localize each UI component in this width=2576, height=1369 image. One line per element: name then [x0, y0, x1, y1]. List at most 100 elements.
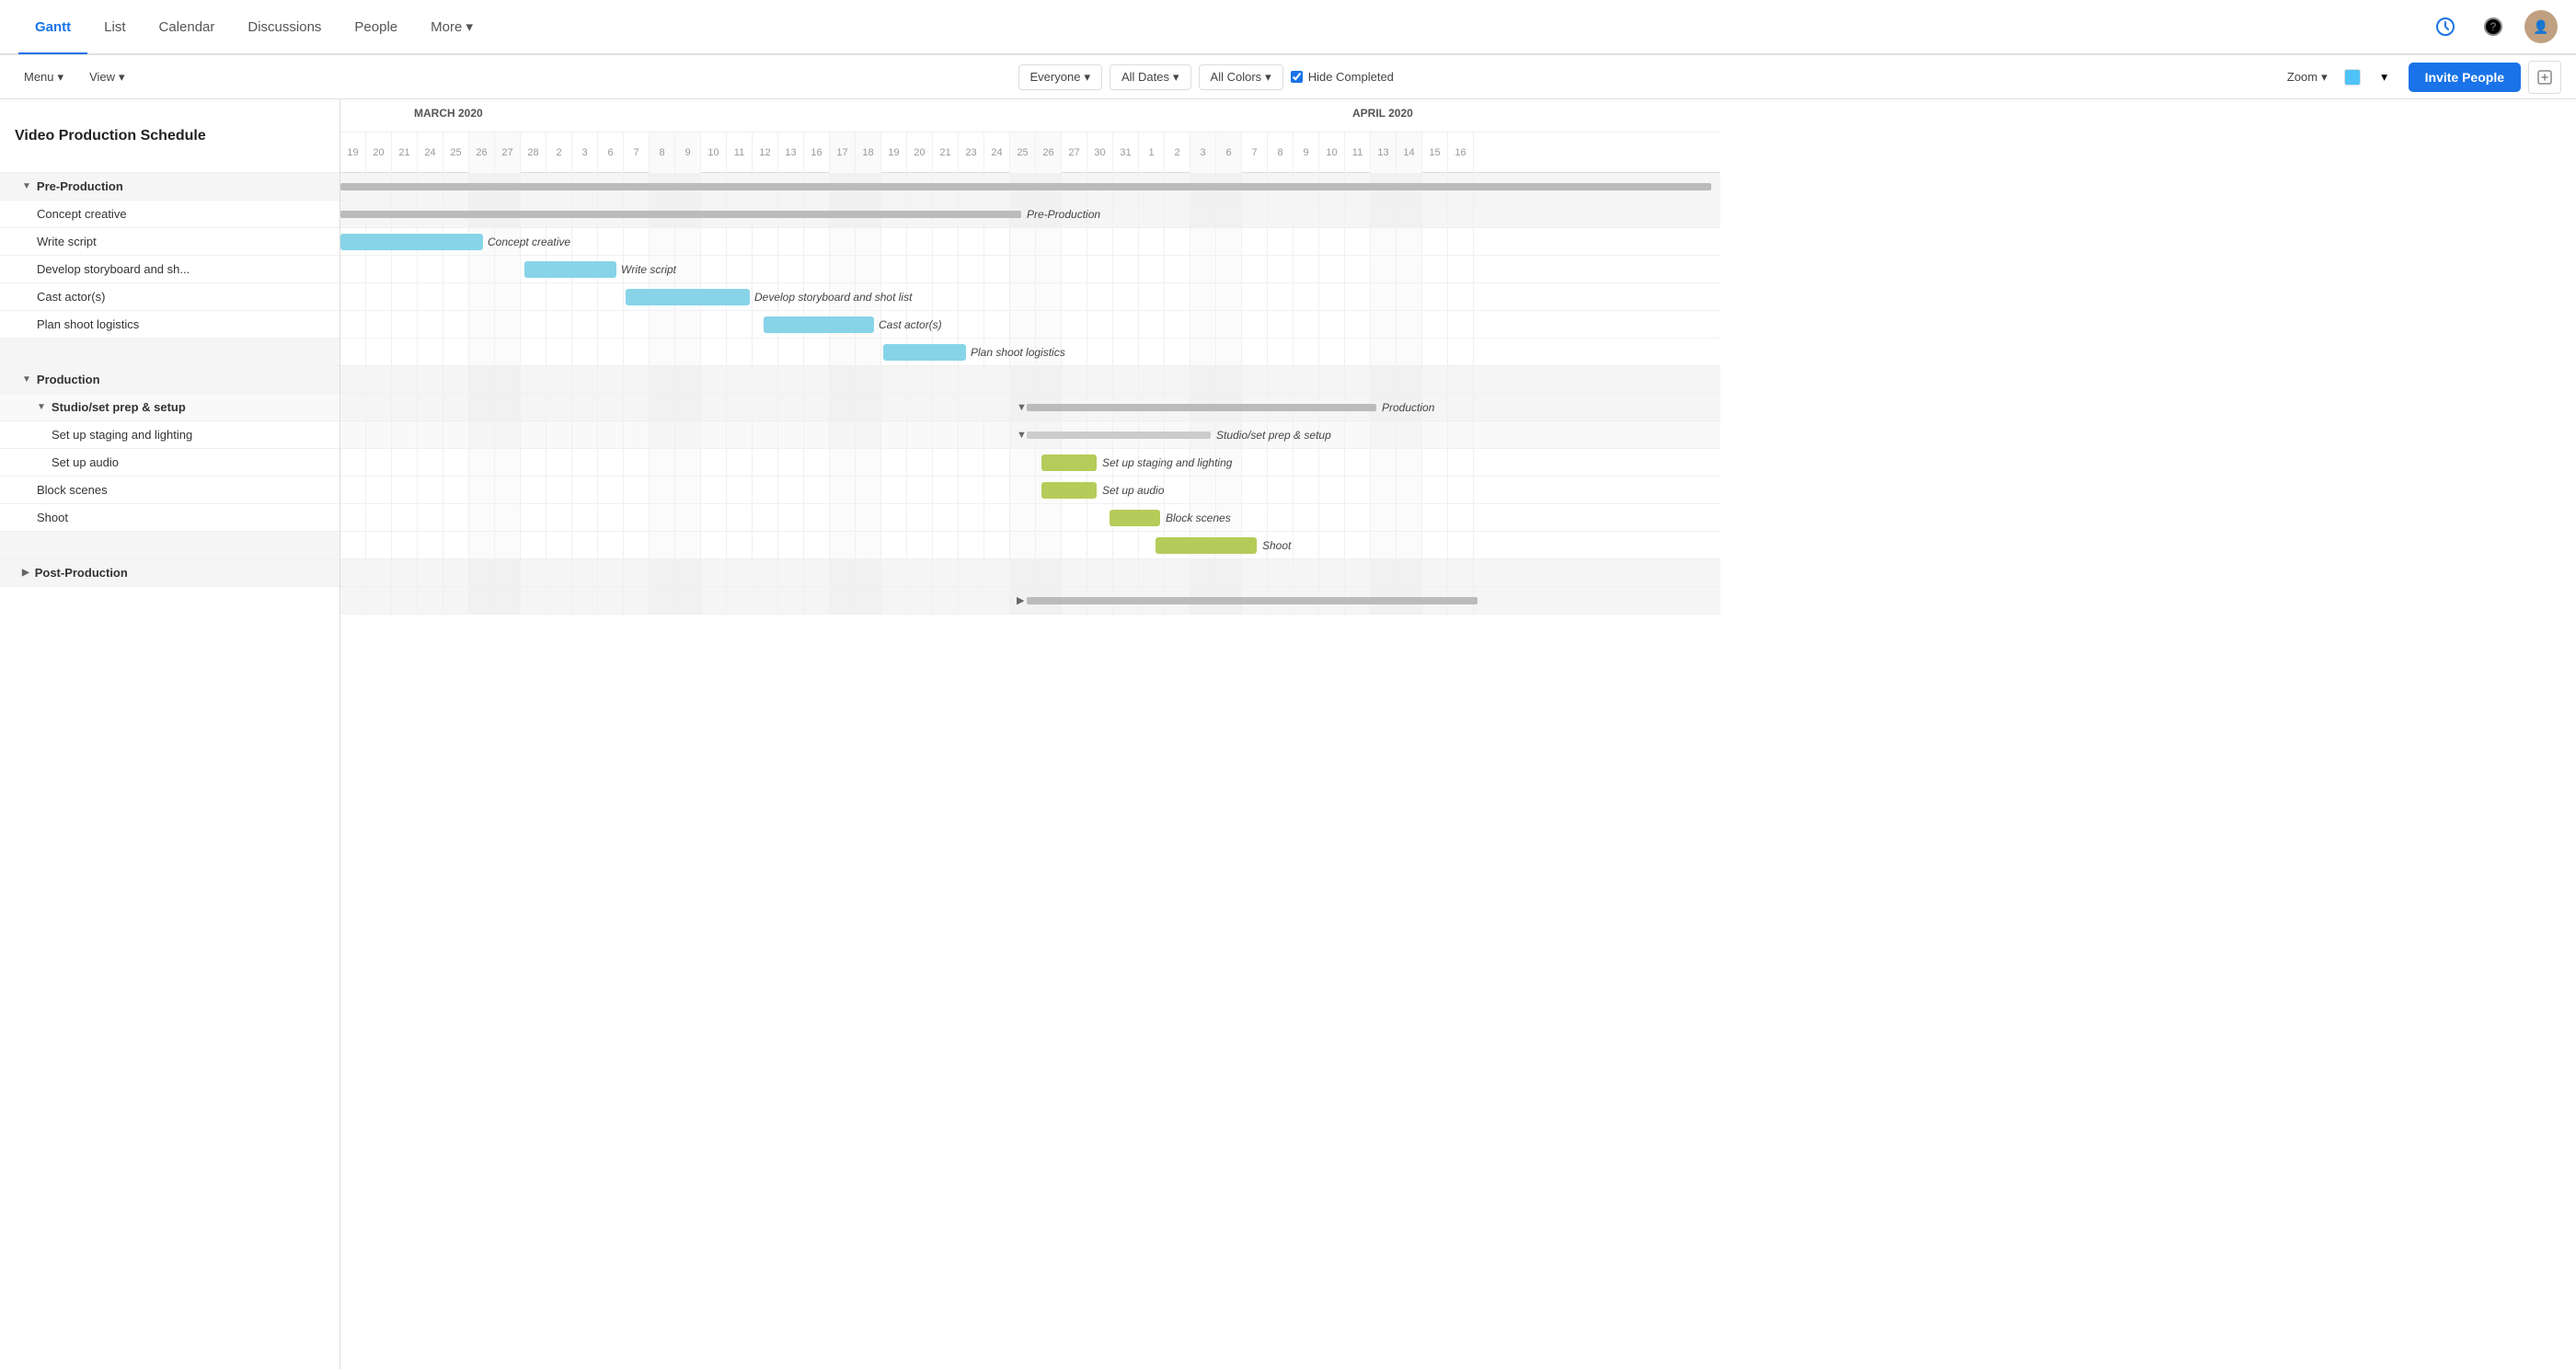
studio-arrow: ▼ [1017, 430, 1027, 441]
menu-label: Menu [24, 70, 54, 84]
colors-chevron-icon: ▾ [1265, 70, 1271, 85]
date-header: MARCH 2020 APRIL 2020 192021242526272823… [340, 99, 1720, 173]
bar-label-block: Block scenes [1166, 512, 1231, 524]
project-title: Video Production Schedule [0, 99, 339, 173]
view-label: View [89, 70, 115, 84]
left-panel: Video Production Schedule ▼ Pre-Producti… [0, 99, 340, 1369]
bar-label-cast: Cast actor(s) [879, 318, 942, 331]
bar-shoot[interactable] [1156, 537, 1257, 554]
task-row[interactable]: Write script [0, 228, 339, 256]
bar-label-plan: Plan shoot logistics [971, 346, 1065, 359]
export-button[interactable] [2528, 61, 2561, 94]
collapse-icon: ▼ [22, 181, 31, 191]
zoom-chevron-icon: ▾ [2321, 70, 2328, 85]
day-row: 1920212425262728236789101112131617181920… [340, 132, 1720, 173]
bar-develop-storyboard[interactable] [626, 289, 750, 305]
view-button[interactable]: View ▾ [80, 66, 133, 88]
month-row: MARCH 2020 APRIL 2020 [340, 99, 1720, 132]
gantt-row-develop-storyboard: Develop storyboard and shot list [340, 283, 1720, 311]
everyone-chevron-icon: ▾ [1084, 70, 1090, 85]
task-row[interactable]: ▶ Post-Production [0, 559, 339, 587]
bar-label-audio: Set up audio [1102, 484, 1164, 497]
nav-more[interactable]: More ▾ [414, 0, 489, 54]
bar-production-summary [1027, 404, 1376, 411]
hide-completed-toggle[interactable]: Hide Completed [1291, 70, 1394, 84]
month-april: APRIL 2020 [1352, 107, 1413, 120]
all-colors-label: All Colors [1211, 70, 1262, 84]
bar-label-production: Production [1382, 401, 1434, 414]
bar-write-script[interactable] [524, 261, 616, 278]
gantt-row-block-scenes: Block scenes [340, 504, 1720, 532]
help-icon-btn[interactable]: ? [2477, 10, 2510, 43]
chart-panel[interactable]: MARCH 2020 APRIL 2020 192021242526272823… [340, 99, 2576, 1369]
task-row[interactable]: Block scenes [0, 477, 339, 504]
gantt-row-shoot: Shoot [340, 532, 1720, 559]
svg-text:?: ? [2490, 20, 2497, 33]
task-label: Concept creative [37, 207, 127, 221]
bar-studio-summary [1027, 431, 1211, 439]
collapse-icon: ▼ [37, 402, 46, 412]
swatch-chevron[interactable]: ▾ [2368, 61, 2401, 94]
nav-people[interactable]: People [338, 0, 414, 54]
bar-audio[interactable] [1041, 482, 1097, 499]
bar-block-scenes[interactable] [1110, 510, 1160, 526]
export-icon [2536, 69, 2553, 86]
all-colors-filter[interactable]: All Colors ▾ [1199, 64, 1283, 90]
task-row[interactable]: Plan shoot logistics [0, 311, 339, 339]
blank-row [0, 532, 339, 559]
gantt-blank-row-2 [340, 559, 1720, 587]
task-label: Develop storyboard and sh... [37, 262, 190, 276]
task-row[interactable]: ▼ Production [0, 366, 339, 394]
top-nav: Gantt List Calendar Discussions People M… [0, 0, 2576, 55]
blank-row [0, 339, 339, 366]
gantt-wrapper: Video Production Schedule ▼ Pre-Producti… [0, 99, 2576, 1369]
task-label: Cast actor(s) [37, 290, 105, 304]
month-march: MARCH 2020 [414, 107, 483, 120]
task-label: Plan shoot logistics [37, 317, 139, 331]
bar-pre-production-summary [340, 211, 1021, 218]
view-chevron-icon: ▾ [119, 70, 125, 85]
dates-chevron-icon: ▾ [1173, 70, 1179, 85]
task-label: Studio/set prep & setup [52, 400, 186, 414]
task-row[interactable]: ▼ Pre-Production [0, 173, 339, 201]
task-label: Set up audio [52, 455, 119, 469]
gantt-row-pre-production: Pre-Production [340, 201, 1720, 228]
collapse-icon: ▶ [22, 568, 29, 578]
color-swatch[interactable] [2344, 69, 2361, 86]
nav-list[interactable]: List [87, 0, 142, 54]
zoom-button[interactable]: Zoom ▾ [2278, 65, 2337, 89]
bar-label-storyboard: Develop storyboard and shot list [754, 291, 912, 304]
summary-bar-all [340, 183, 1711, 190]
all-dates-label: All Dates [1121, 70, 1169, 84]
help-icon: ? [2483, 17, 2503, 37]
collapse-icon: ▼ [22, 374, 31, 385]
bar-plan-shoot[interactable] [883, 344, 966, 361]
invite-people-button[interactable]: Invite People [2409, 63, 2521, 92]
hide-completed-label: Hide Completed [1308, 70, 1394, 84]
task-row[interactable]: Set up audio [0, 449, 339, 477]
task-row[interactable]: Cast actor(s) [0, 283, 339, 311]
bar-staging[interactable] [1041, 454, 1097, 471]
task-row[interactable]: Develop storyboard and sh... [0, 256, 339, 283]
task-row[interactable]: Concept creative [0, 201, 339, 228]
clock-icon [2435, 17, 2455, 37]
hide-completed-checkbox[interactable] [1291, 71, 1303, 83]
all-dates-filter[interactable]: All Dates ▾ [1110, 64, 1191, 90]
nav-gantt[interactable]: Gantt [18, 0, 87, 54]
nav-discussions[interactable]: Discussions [231, 0, 338, 54]
everyone-filter[interactable]: Everyone ▾ [1018, 64, 1102, 90]
bar-cast-actors[interactable] [764, 316, 874, 333]
bar-post-summary [1027, 597, 1478, 604]
nav-calendar[interactable]: Calendar [143, 0, 232, 54]
task-row[interactable]: Set up staging and lighting [0, 421, 339, 449]
chart-inner: MARCH 2020 APRIL 2020 192021242526272823… [340, 99, 1720, 615]
task-row[interactable]: Shoot [0, 504, 339, 532]
task-row[interactable]: ▼ Studio/set prep & setup [0, 394, 339, 421]
bar-label: Pre-Production [1027, 208, 1100, 221]
menu-button[interactable]: Menu ▾ [15, 66, 73, 88]
clock-icon-btn[interactable] [2429, 10, 2462, 43]
bar-label-write: Write script [621, 263, 676, 276]
task-label: Shoot [37, 511, 68, 524]
user-avatar[interactable]: 👤 [2524, 10, 2558, 43]
bar-concept-creative[interactable] [340, 234, 483, 250]
